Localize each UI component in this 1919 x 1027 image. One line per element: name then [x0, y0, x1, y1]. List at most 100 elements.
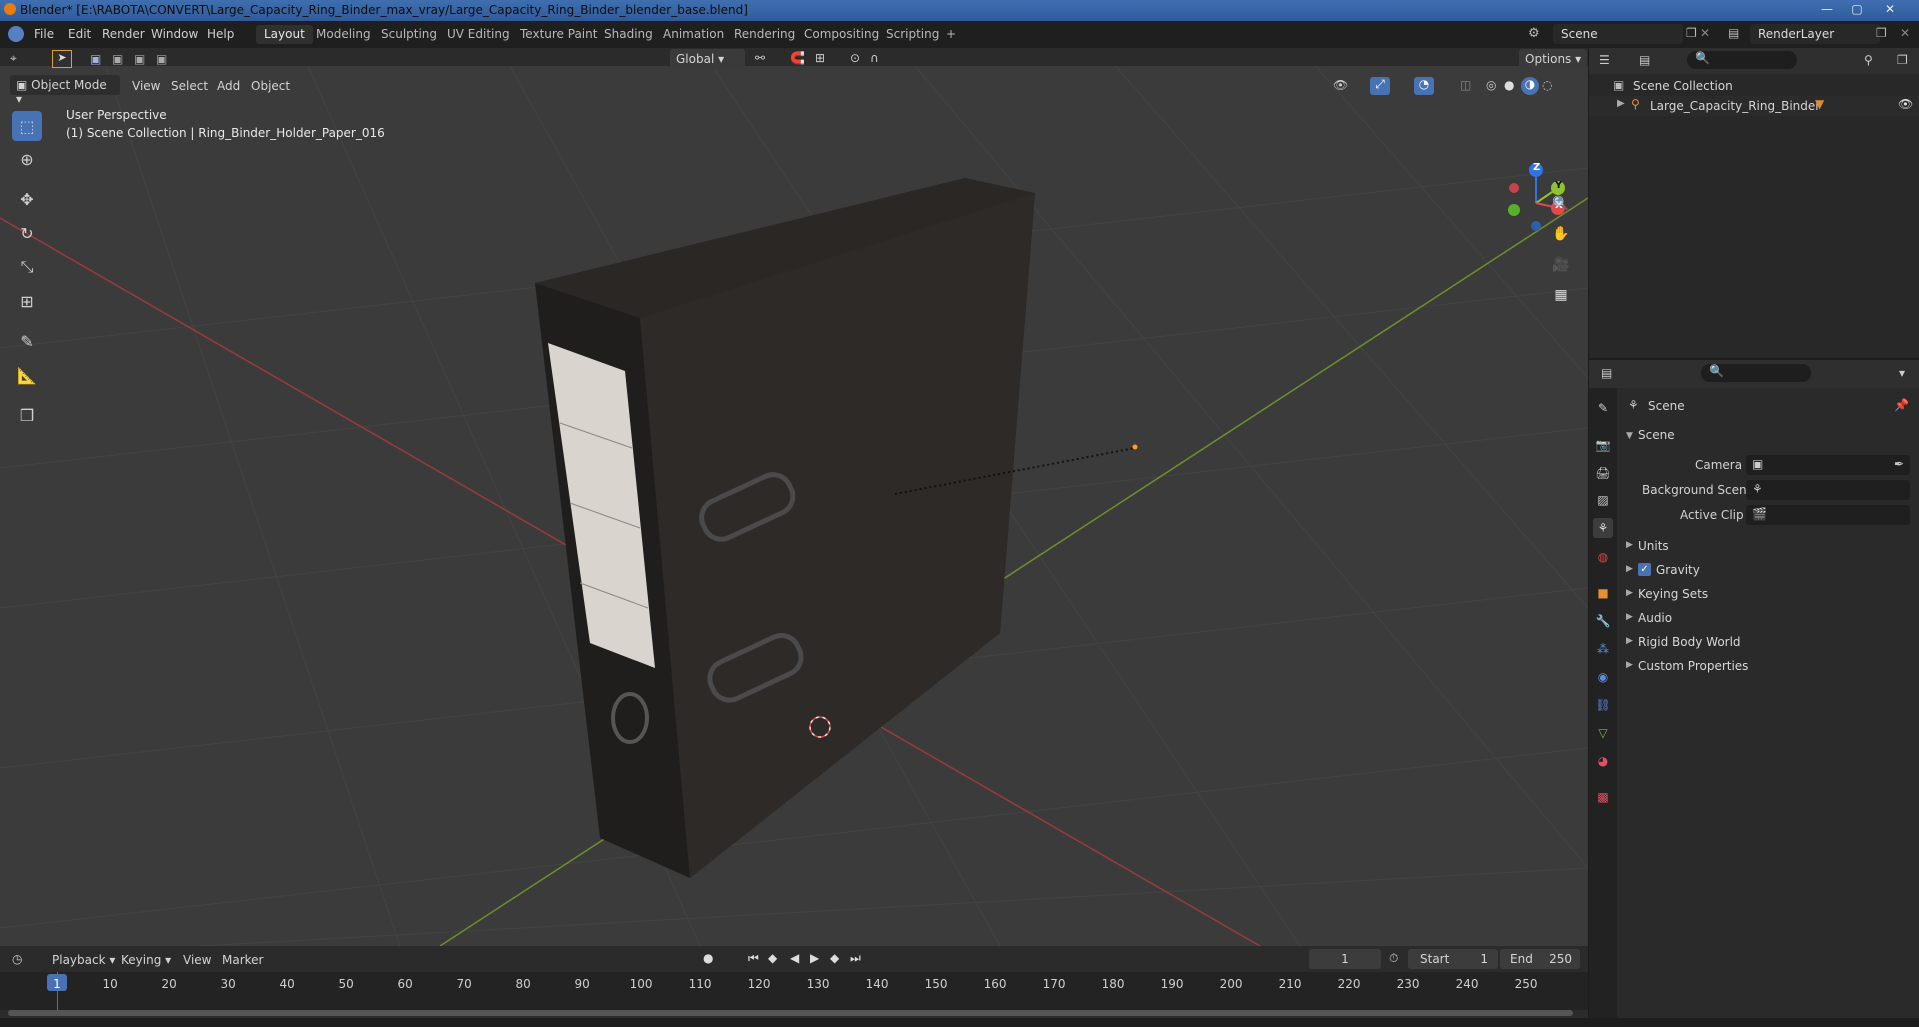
timeline-menu-marker[interactable]: Marker [222, 953, 263, 967]
falloff-icon[interactable]: ∩ [870, 51, 879, 65]
background-scene-field[interactable]: ⚘ [1746, 480, 1910, 500]
panel-custom-properties[interactable]: ▶ Custom Properties [1624, 657, 1914, 679]
delete-layer-icon[interactable]: ✕ [1900, 26, 1910, 40]
panel-rigid-body-world[interactable]: ▶ Rigid Body World [1624, 633, 1914, 655]
gizmo-toggle-icon[interactable]: ⤢ [1370, 77, 1390, 95]
play-reverse-icon[interactable]: ◀ [790, 951, 799, 965]
visibility-eye-icon[interactable]: 👁 [1898, 97, 1913, 111]
minimize-button[interactable]: — [1815, 2, 1839, 16]
proportional-edit-icon[interactable]: ⊙ [850, 51, 860, 65]
tool-tab-icon[interactable]: ✎ [1593, 398, 1613, 418]
display-mode-icon[interactable]: ▤ [1639, 53, 1650, 67]
outliner-editor-icon[interactable]: ☰ [1599, 53, 1610, 67]
tab-modeling[interactable]: Modeling [308, 25, 379, 44]
eyedropper-icon[interactable]: ✒ [1894, 457, 1904, 471]
timeline-scrollbar[interactable] [8, 1010, 1573, 1016]
tab-texture-paint[interactable]: Texture Paint [512, 25, 605, 44]
properties-editor-icon[interactable]: ▤ [1601, 366, 1612, 380]
measure-tool-icon[interactable]: 📐 [12, 360, 42, 390]
ortho-grid-icon[interactable]: ▦ [1548, 282, 1574, 308]
zoom-icon[interactable]: 🔍 [1548, 191, 1574, 217]
modifier-tab-icon[interactable]: 🔧 [1593, 611, 1613, 631]
visibility-icon[interactable]: 👁 [1333, 78, 1348, 92]
menu-help[interactable]: Help [207, 27, 234, 41]
tab-uv-editing[interactable]: UV Editing [439, 25, 518, 44]
tab-scripting[interactable]: Scripting [878, 25, 947, 44]
active-clip-field[interactable]: 🎬 [1746, 505, 1910, 525]
constraints-tab-icon[interactable]: ⛓ [1593, 695, 1613, 715]
blender-menu-icon[interactable] [8, 26, 24, 42]
cursor-tool-icon[interactable]: ⊕ [12, 144, 42, 174]
data-tab-icon[interactable]: ▽ [1593, 723, 1613, 743]
scene-tab-icon[interactable]: ⚘ [1593, 518, 1613, 538]
solid-shading-icon[interactable]: ● [1504, 78, 1514, 92]
3d-viewport[interactable]: Z Y X User Perspective (1) Scene Collect… [0, 48, 1588, 946]
xray-icon[interactable]: ◫ [1460, 78, 1471, 92]
physics-tab-icon[interactable]: ◉ [1593, 667, 1613, 687]
annotate-tool-icon[interactable]: ✎ [12, 326, 42, 356]
new-collection-icon[interactable]: ❐ [1897, 53, 1908, 67]
delete-scene-icon[interactable]: ✕ [1700, 26, 1710, 40]
panel-gravity[interactable]: ▶ ✓ Gravity [1624, 561, 1914, 583]
properties-options-icon[interactable]: ▾ [1899, 366, 1905, 380]
rotate-tool-icon[interactable]: ↻ [12, 218, 42, 248]
snap-icon[interactable]: 🧲 [790, 51, 805, 65]
select-mode-intersect-icon[interactable]: ▣ [156, 52, 167, 66]
select-mode-set-icon[interactable]: ▣ [90, 52, 101, 66]
select-mode-subtract-icon[interactable]: ▣ [134, 52, 145, 66]
prev-keyframe-icon[interactable]: ◆ [768, 951, 777, 965]
play-icon[interactable]: ▶ [810, 951, 819, 965]
object-mode-dropdown[interactable]: ▣ Object Mode ▾ [10, 75, 120, 106]
output-tab-icon[interactable]: 🖨 [1593, 463, 1613, 483]
select-mode-extend-icon[interactable]: ▣ [112, 52, 123, 66]
stopwatch-icon[interactable]: ⏱ [1389, 951, 1398, 966]
new-scene-icon[interactable]: ❐ [1686, 26, 1697, 40]
tab-shading[interactable]: Shading [596, 25, 661, 44]
tab-animation[interactable]: Animation [655, 25, 732, 44]
select-tool-icon[interactable]: ➤ [52, 50, 72, 68]
scene-section-arrow-icon[interactable]: ▼ [1626, 431, 1633, 441]
gizmo-y-label[interactable]: Y [1555, 180, 1562, 191]
add-workspace-button[interactable]: + [938, 25, 964, 44]
next-keyframe-icon[interactable]: ◆ [830, 951, 839, 965]
tab-sculpting[interactable]: Sculpting [373, 25, 445, 44]
gravity-checkbox[interactable]: ✓ [1638, 563, 1651, 576]
particles-tab-icon[interactable]: ⁂ [1593, 639, 1613, 659]
select-box-tool-icon[interactable]: ⬚ [12, 111, 42, 141]
tab-layout[interactable]: Layout [256, 25, 313, 44]
close-button[interactable]: ✕ [1878, 2, 1902, 16]
camera-view-icon[interactable]: 🎥 [1548, 252, 1574, 278]
panel-keying-sets[interactable]: ▶ Keying Sets [1624, 585, 1914, 607]
camera-field[interactable]: ▣ ✒ [1746, 455, 1910, 475]
scene-selector-icon[interactable]: ⚙ [1528, 26, 1540, 41]
pivot-point-icon[interactable]: ⚯ [755, 51, 765, 65]
scene-name-field[interactable]: Scene [1553, 24, 1683, 44]
current-frame-field[interactable]: 1 [1309, 949, 1381, 969]
texture-tab-icon[interactable]: ▩ [1593, 787, 1613, 807]
end-frame-field[interactable]: End 250 [1500, 949, 1580, 969]
wireframe-shading-icon[interactable]: ◎ [1486, 78, 1496, 92]
snap-target-icon[interactable]: ⊞ [815, 51, 825, 65]
viewport-menu-add[interactable]: Add [217, 79, 240, 93]
material-tab-icon[interactable]: ◕ [1593, 751, 1613, 771]
view-layer-tab-icon[interactable]: ▨ [1593, 490, 1613, 510]
view-layer-icon[interactable]: ▤ [1728, 26, 1739, 40]
world-tab-icon[interactable]: ◍ [1593, 547, 1613, 567]
panel-units[interactable]: ▶ Units [1624, 537, 1914, 559]
timeline-menu-playback[interactable]: Playback ▾ [52, 953, 115, 967]
render-layer-field[interactable]: RenderLayer [1750, 24, 1880, 44]
jump-start-icon[interactable]: ⏮ [748, 951, 759, 966]
timeline-editor-icon[interactable]: ◷ [12, 952, 22, 966]
outliner-item-ring-binder[interactable]: Large_Capacity_Ring_Binder [1650, 99, 1820, 113]
rendered-shading-icon[interactable]: ◌ [1542, 78, 1552, 92]
scene-section-title[interactable]: Scene [1638, 428, 1675, 442]
viewport-menu-object[interactable]: Object [251, 79, 290, 93]
pin-icon[interactable]: 📌 [1894, 398, 1909, 412]
properties-search-input[interactable]: 🔍 [1701, 364, 1811, 382]
record-icon[interactable]: ● [703, 951, 713, 965]
outliner-scene-collection[interactable]: Scene Collection [1633, 79, 1733, 93]
viewport-menu-select[interactable]: Select [171, 79, 208, 93]
panel-audio[interactable]: ▶ Audio [1624, 609, 1914, 631]
render-tab-icon[interactable]: 📷 [1593, 435, 1613, 455]
transform-tool-icon[interactable]: ⊞ [12, 286, 42, 316]
